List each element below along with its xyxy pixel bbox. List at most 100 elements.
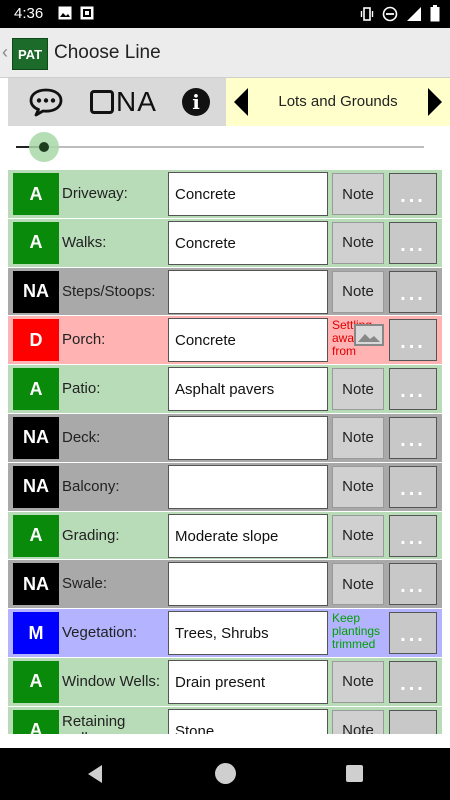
section-nav: Lots and Grounds <box>226 78 450 126</box>
back-icon[interactable] <box>86 764 104 784</box>
note-button[interactable]: Note <box>332 563 384 606</box>
rating-badge[interactable]: NA <box>13 465 59 508</box>
slider-track <box>16 146 424 148</box>
list-item[interactable]: NA Deck: Note... <box>8 413 442 463</box>
page-title: Choose Line <box>54 42 161 63</box>
na-label: NA <box>116 86 157 117</box>
rating-badge[interactable]: A <box>13 368 59 411</box>
section-name: Lots and Grounds <box>278 93 398 110</box>
note-button[interactable]: Note <box>332 416 384 459</box>
status-bar: 4:36 <box>0 0 450 28</box>
list-item[interactable]: NA Swale: Note... <box>8 560 442 610</box>
na-checkbox[interactable] <box>90 90 114 114</box>
value-field[interactable]: Concrete <box>168 220 328 265</box>
note-button[interactable]: Note <box>332 660 384 703</box>
na-toggle[interactable]: NA <box>90 86 157 117</box>
rating-badge[interactable]: A <box>13 173 59 215</box>
vibrate-icon <box>360 6 374 21</box>
app-logo-text: PAT <box>17 46 43 62</box>
value-field[interactable] <box>168 464 328 509</box>
note-button[interactable]: Note <box>332 465 384 508</box>
row-label: Swale: <box>62 575 108 593</box>
row-label: Walks: <box>62 233 107 251</box>
rating-badge[interactable]: D <box>13 319 59 362</box>
list-item[interactable]: A Driveway: Concrete Note... <box>8 170 442 219</box>
value-field[interactable]: Moderate slope <box>168 513 328 558</box>
row-label: Grading: <box>62 526 120 544</box>
more-button[interactable]: ... <box>389 514 437 557</box>
image-icon <box>58 6 72 20</box>
value-field[interactable]: Asphalt pavers <box>168 367 328 412</box>
info-icon[interactable]: i <box>182 88 210 116</box>
more-button[interactable]: ... <box>389 709 437 734</box>
recent-apps-icon[interactable] <box>346 765 363 782</box>
more-button[interactable]: ... <box>389 660 437 703</box>
value-field[interactable] <box>168 562 328 607</box>
more-button[interactable]: ... <box>389 270 437 313</box>
value-field[interactable]: Concrete <box>168 172 328 216</box>
sim-icon <box>80 6 94 20</box>
rating-badge[interactable]: A <box>13 709 59 734</box>
list-item[interactable]: A Patio: Asphalt pavers Note... <box>8 365 442 414</box>
app-bar: ‹ PAT Choose Line <box>0 28 450 78</box>
value-field[interactable]: Trees, Shrubs <box>168 611 328 656</box>
row-label: Patio: <box>62 380 101 398</box>
value-field[interactable] <box>168 415 328 460</box>
photo-icon[interactable] <box>354 324 384 347</box>
list-item[interactable]: NA Balcony: Note... <box>8 462 442 512</box>
list-item[interactable]: A Window Wells: Drain present Note... <box>8 657 442 707</box>
signal-icon <box>407 6 421 21</box>
note-button[interactable]: Note <box>332 270 384 313</box>
rating-badge[interactable]: A <box>13 221 59 264</box>
row-label: Window Wells: <box>62 672 161 690</box>
previous-section-icon[interactable] <box>230 86 252 118</box>
more-button[interactable]: ... <box>389 612 437 655</box>
rating-badge[interactable]: M <box>13 612 59 655</box>
value-field[interactable] <box>168 269 328 314</box>
rating-badge[interactable]: A <box>13 514 59 557</box>
note-button[interactable]: Note <box>332 221 384 264</box>
slider-thumb[interactable] <box>39 142 49 152</box>
list-item[interactable]: M Vegetation: Trees, Shrubs Keep plantings … <box>8 609 442 658</box>
list-item[interactable]: A Walks: Concrete Note... <box>8 218 442 268</box>
row-label: Vegetation: <box>62 624 138 642</box>
progress-slider[interactable] <box>16 130 424 164</box>
more-button[interactable]: ... <box>389 465 437 508</box>
more-button[interactable]: ... <box>389 563 437 606</box>
back-chevron-icon[interactable]: ‹ <box>2 42 8 63</box>
rating-badge[interactable]: NA <box>13 270 59 313</box>
note-button[interactable]: Note <box>332 514 384 557</box>
value-field[interactable]: Stone <box>168 708 328 734</box>
more-button[interactable]: ... <box>389 221 437 264</box>
app-logo[interactable]: PAT <box>12 38 48 70</box>
list-item[interactable]: A Grading: Moderate slope Note... <box>8 511 442 561</box>
more-button[interactable]: ... <box>389 416 437 459</box>
battery-icon <box>430 5 440 22</box>
comment-icon[interactable] <box>28 87 64 117</box>
rating-badge[interactable]: NA <box>13 416 59 459</box>
row-label: Porch: <box>62 331 106 349</box>
note-button[interactable]: Note <box>332 173 384 215</box>
dnd-icon <box>382 6 398 21</box>
list-item[interactable]: D Porch: Concrete Settling away from... <box>8 316 442 366</box>
more-button[interactable]: ... <box>389 173 437 215</box>
row-label: Driveway: <box>62 185 128 202</box>
home-icon[interactable] <box>215 763 236 784</box>
value-field[interactable]: Concrete <box>168 318 328 363</box>
list-item[interactable]: NA Steps/Stoops: Note... <box>8 267 442 317</box>
note-button[interactable]: Note <box>332 368 384 411</box>
note-text[interactable]: Keep plantings trimmed <box>332 612 384 654</box>
row-label: Balcony: <box>62 477 120 495</box>
value-field[interactable]: Drain present <box>168 659 328 704</box>
note-button[interactable]: Note <box>332 709 384 734</box>
system-nav-bar <box>0 748 450 800</box>
list-item[interactable]: ARetaining walls: StoneNote... <box>8 706 442 734</box>
rating-badge[interactable]: NA <box>13 563 59 606</box>
rating-badge[interactable]: A <box>13 660 59 703</box>
status-time: 4:36 <box>14 5 44 22</box>
row-label: Retaining walls: <box>62 712 126 734</box>
tool-panel: NA i <box>8 78 226 126</box>
more-button[interactable]: ... <box>389 319 437 362</box>
more-button[interactable]: ... <box>389 368 437 411</box>
next-section-icon[interactable] <box>424 86 446 118</box>
